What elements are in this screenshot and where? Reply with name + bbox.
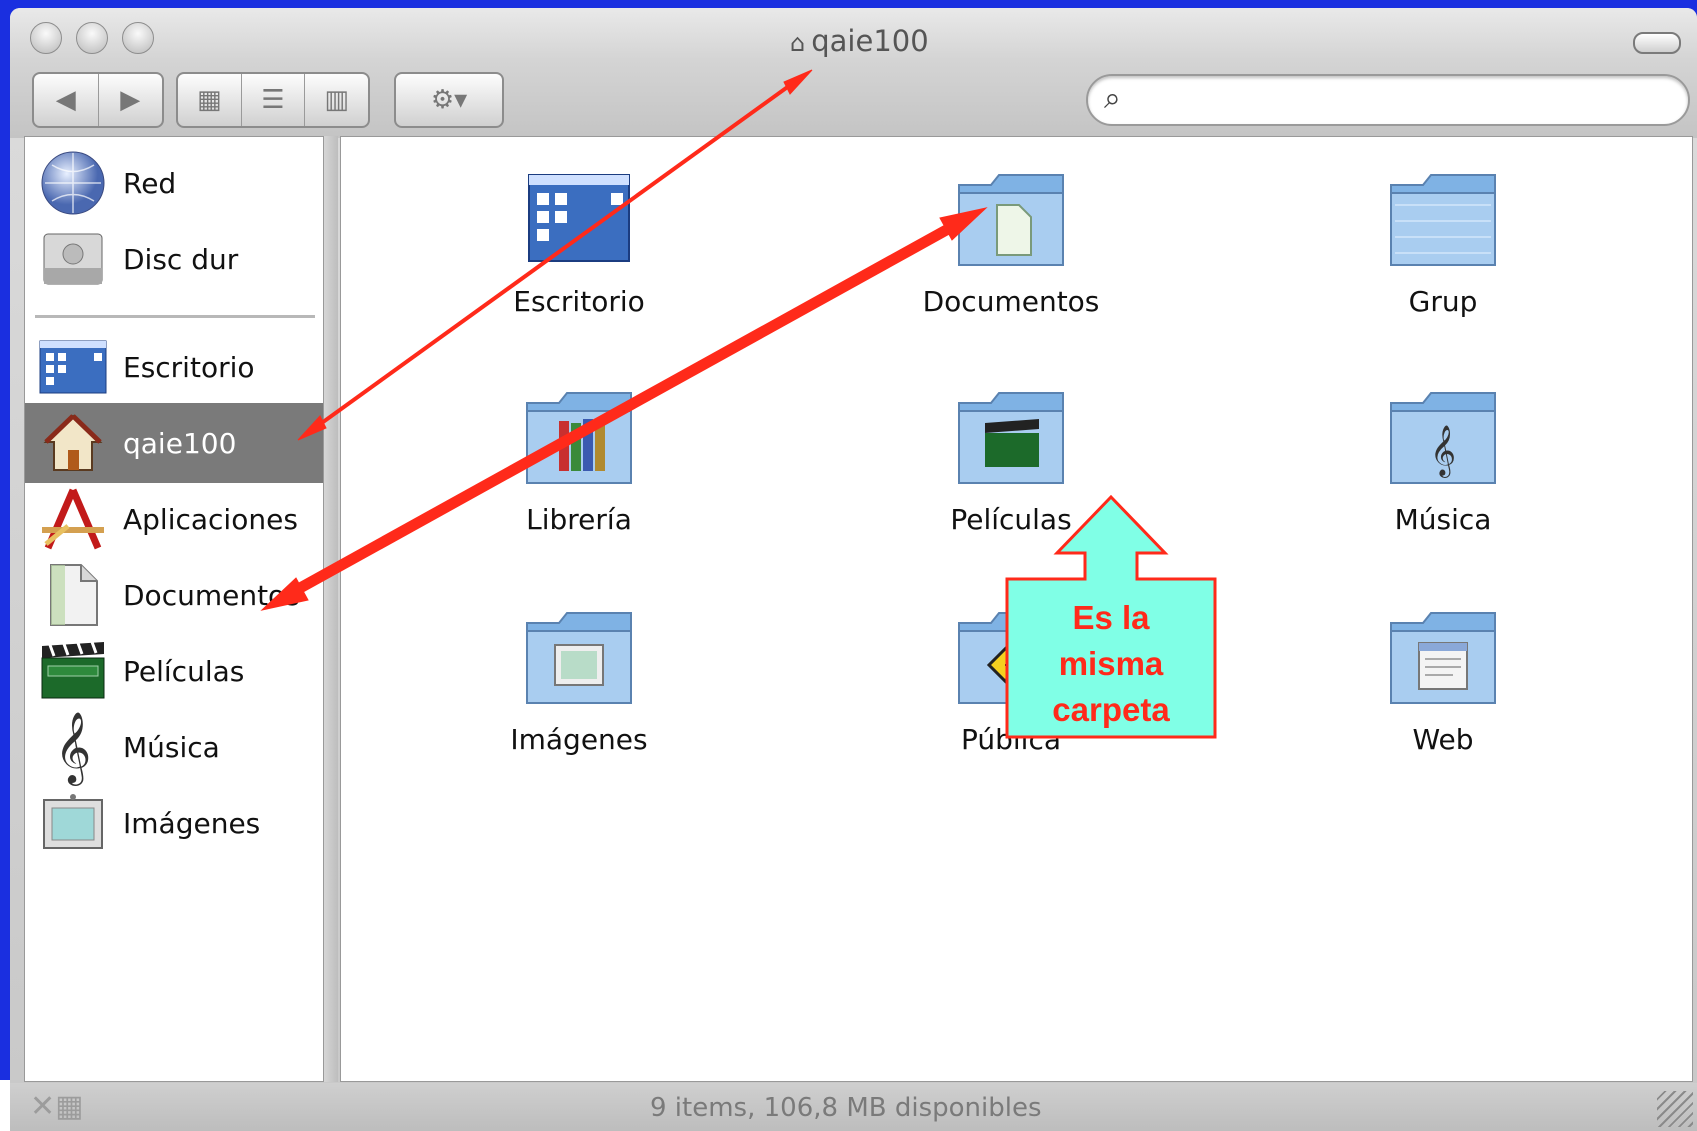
sidebar-item-label: Películas (123, 654, 245, 688)
sidebar-item-disc-dur[interactable]: Disc dur (25, 219, 323, 299)
sidebar-splitter[interactable] (324, 136, 338, 1082)
file-item-label: Grup (1408, 285, 1478, 318)
treble-clef-icon: 𝄞 (37, 710, 109, 783)
file-item-label: Escritorio (513, 285, 645, 318)
close-button[interactable] (30, 22, 62, 54)
icon-view-button[interactable]: ▦ (178, 74, 242, 126)
network-globe-icon (37, 147, 109, 219)
movies-folder-icon (951, 383, 1071, 493)
sidebar-item-label: Documentos (123, 578, 300, 612)
forward-icon: ▶ (120, 85, 141, 115)
desktop-icon (519, 165, 639, 275)
status-bar: ✕▦ 9 items, 106,8 MB disponibles (10, 1083, 1697, 1131)
search-field[interactable]: ⌕ (1086, 74, 1690, 126)
home-icon (37, 407, 109, 479)
sidebar-item-label: Red (123, 166, 177, 200)
background-edge (0, 1080, 10, 1131)
sidebar: Red Disc dur Escritorio qaie100 Aplicaci… (24, 136, 324, 1082)
web-folder-icon (1383, 603, 1503, 713)
sidebar-item-qaie100[interactable]: qaie100 (25, 403, 323, 483)
file-item-label: Documentos (922, 285, 1100, 318)
window-title-text: qaie100 (811, 24, 929, 58)
file-icon-view: Escritorio Documentos Grup Librería Pelí… (340, 136, 1693, 1082)
sidebar-item-imagenes[interactable]: Imágenes (25, 783, 323, 863)
treble-clef-glyph: 𝄞 (54, 710, 92, 783)
file-item-musica[interactable]: 𝄞 Música (1313, 383, 1573, 536)
svg-text:𝄞: 𝄞 (1430, 425, 1456, 478)
file-item-label: Web (1412, 723, 1474, 756)
list-view-icon: ☰ (261, 85, 285, 115)
sidebar-item-label: Imágenes (123, 806, 261, 840)
sidebar-item-escritorio[interactable]: Escritorio (25, 327, 323, 407)
finder-window: ⌂ qaie100 ◀ ▶ ▦ ☰ ▥ ⚙▾ ⌕ Red Disc dur Es… (10, 8, 1697, 1131)
file-item-web[interactable]: Web (1313, 603, 1573, 756)
view-mode-control: ▦ ☰ ▥ (176, 72, 370, 128)
minimize-button[interactable] (76, 22, 108, 54)
file-item-escritorio[interactable]: Escritorio (449, 165, 709, 318)
list-view-button[interactable]: ☰ (242, 74, 306, 126)
zoom-button[interactable] (122, 22, 154, 54)
pictures-folder-icon (519, 603, 639, 713)
file-item-documentos[interactable]: Documentos (881, 165, 1141, 318)
search-icon: ⌕ (1104, 81, 1121, 116)
hard-disk-icon (37, 223, 109, 295)
file-item-label: Música (1394, 503, 1492, 536)
sidebar-item-label: Escritorio (123, 350, 255, 384)
callout-line-2: misma (1058, 645, 1164, 682)
file-item-label: Imágenes (510, 723, 648, 756)
sidebar-item-red[interactable]: Red (25, 143, 323, 223)
action-menu-button[interactable]: ⚙▾ (394, 72, 504, 128)
document-icon (37, 559, 109, 631)
search-input[interactable] (1152, 82, 1666, 118)
no-write-grid-icon: ✕▦ (30, 1089, 84, 1124)
column-view-icon: ▥ (324, 85, 349, 115)
applications-icon (37, 483, 109, 555)
file-item-grup[interactable]: Grup (1313, 165, 1573, 318)
gear-icon-glyph: ⚙▾ (430, 85, 468, 115)
documents-folder-icon (951, 165, 1071, 275)
music-folder-icon: 𝄞 (1383, 383, 1503, 493)
callout-text: Es la misma carpeta (1005, 595, 1217, 733)
sidebar-item-label: qaie100 (123, 426, 237, 460)
home-lock-icon: ⌂ (790, 29, 806, 57)
back-forward-control: ◀ ▶ (32, 72, 164, 128)
file-item-label: Librería (526, 503, 632, 536)
gear-icon: ⚙▾ (396, 74, 502, 126)
grid-view-icon: ▦ (197, 85, 222, 115)
folder-icon (1383, 165, 1503, 275)
sidebar-item-label: Aplicaciones (123, 502, 298, 536)
picture-frame-icon (37, 787, 109, 859)
column-view-button[interactable]: ▥ (305, 74, 368, 126)
sidebar-divider (35, 315, 315, 318)
back-icon: ◀ (55, 85, 76, 115)
annotation-callout: Es la misma carpeta (1005, 495, 1217, 739)
file-item-imagenes[interactable]: Imágenes (449, 603, 709, 756)
toolbar-toggle-button[interactable] (1633, 32, 1681, 54)
resize-grip-icon[interactable] (1657, 1091, 1693, 1127)
title-bar: ⌂ qaie100 ◀ ▶ ▦ ☰ ▥ ⚙▾ ⌕ (10, 8, 1697, 138)
callout-line-3: carpeta (1052, 691, 1170, 728)
sidebar-item-peliculas[interactable]: Películas (25, 631, 323, 711)
window-title: ⌂ qaie100 (790, 24, 929, 58)
clapperboard-icon (37, 635, 109, 707)
callout-line-1: Es la (1072, 599, 1150, 636)
back-button[interactable]: ◀ (34, 74, 99, 126)
status-text: 9 items, 106,8 MB disponibles (650, 1093, 1042, 1123)
sidebar-item-aplicaciones[interactable]: Aplicaciones (25, 479, 323, 559)
file-item-libreria[interactable]: Librería (449, 383, 709, 536)
desktop-icon (37, 331, 109, 403)
sidebar-item-label: Disc dur (123, 242, 239, 276)
sidebar-item-documentos[interactable]: Documentos (25, 555, 323, 635)
library-folder-icon (519, 383, 639, 493)
sidebar-item-label: Música (123, 730, 220, 764)
sidebar-item-musica[interactable]: 𝄞 Música (25, 707, 323, 787)
forward-button[interactable]: ▶ (99, 74, 163, 126)
